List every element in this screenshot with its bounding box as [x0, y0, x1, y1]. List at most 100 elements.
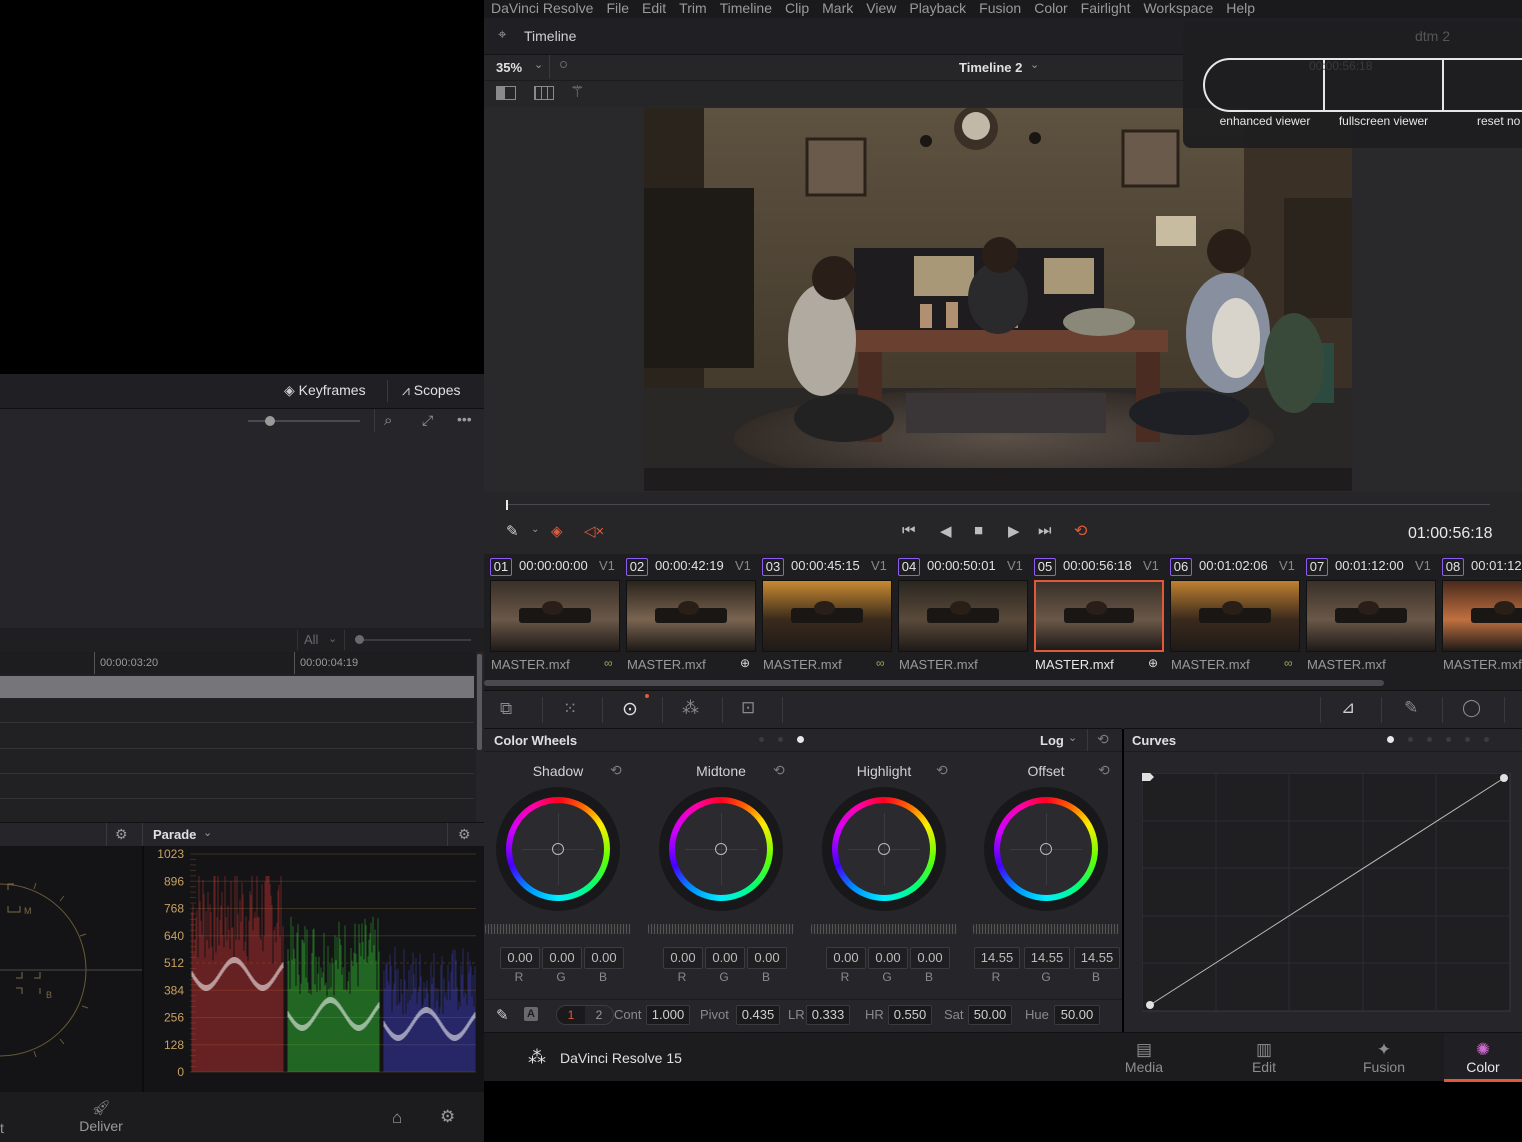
- timeline-name[interactable]: Timeline 2: [959, 60, 1022, 75]
- eyedropper-icon[interactable]: ✎: [506, 522, 519, 540]
- enhanced-viewer-button[interactable]: enhanced viewer: [1205, 114, 1325, 128]
- param-cont-field[interactable]: 1.000: [646, 1005, 690, 1025]
- curves-icon[interactable]: ⊿: [1341, 698, 1355, 718]
- param-hue-field[interactable]: 50.00: [1054, 1005, 1100, 1025]
- page-tab-media[interactable]: ▤ Media: [1104, 1041, 1184, 1076]
- page-dot[interactable]: [1465, 737, 1470, 742]
- master-wheel-jog[interactable]: [648, 924, 794, 934]
- r-value-field[interactable]: 0.00: [500, 947, 540, 969]
- search-icon[interactable]: ⌕: [384, 412, 392, 429]
- chevron-down-icon[interactable]: ⌄: [531, 524, 539, 535]
- chevron-down-icon[interactable]: ⌄: [203, 826, 212, 839]
- layers-icon[interactable]: ◈: [551, 522, 563, 540]
- menu-item[interactable]: View: [866, 0, 896, 17]
- filter-dropdown[interactable]: All ⌄: [297, 630, 345, 650]
- scopes-tab[interactable]: ⩘ Scopes: [402, 382, 461, 399]
- color-wheel[interactable]: [822, 787, 946, 911]
- reverse-play-icon[interactable]: ◀: [940, 522, 952, 540]
- menu-item[interactable]: Mark: [822, 0, 853, 17]
- menu-item[interactable]: File: [606, 0, 629, 17]
- reset-wheel-icon[interactable]: ⟲: [773, 762, 785, 779]
- loop-icon[interactable]: ⟲: [1074, 521, 1087, 541]
- page-dot[interactable]: [1446, 737, 1451, 742]
- menu-item[interactable]: Workspace: [1143, 0, 1213, 17]
- timeline-zoom-handle[interactable]: [355, 635, 364, 644]
- scrubber-track[interactable]: [508, 504, 1490, 505]
- page-dot[interactable]: [1408, 737, 1413, 742]
- go-to-end-icon[interactable]: ⏭: [1038, 522, 1052, 539]
- page-tab-fusion[interactable]: ✦ Fusion: [1344, 1041, 1424, 1076]
- b-value-field[interactable]: 0.00: [584, 947, 624, 969]
- menu-item[interactable]: Trim: [679, 0, 706, 17]
- param-pivot-field[interactable]: 0.435: [736, 1005, 780, 1025]
- menu-item[interactable]: Fusion: [979, 0, 1021, 17]
- camera-raw-icon[interactable]: ⧉: [500, 699, 512, 719]
- r-value-field[interactable]: 14.55: [974, 947, 1020, 969]
- chevron-down-icon[interactable]: ⌄: [1030, 58, 1039, 71]
- clip-thumbnail[interactable]: 08 00:01:12 MASTER.mxf: [1436, 554, 1522, 684]
- keyframe-track-master[interactable]: [0, 676, 474, 698]
- g-value-field[interactable]: 0.00: [542, 947, 582, 969]
- menu-item[interactable]: Edit: [642, 0, 666, 17]
- menu-item[interactable]: Timeline: [720, 0, 772, 17]
- g-value-field[interactable]: 0.00: [868, 947, 908, 969]
- b-value-field[interactable]: 0.00: [747, 947, 787, 969]
- wheel-puck[interactable]: [1040, 843, 1052, 855]
- timeline-button[interactable]: Timeline: [524, 28, 576, 44]
- clip-thumbnail[interactable]: 07 00:01:12:00 V1 MASTER.mxf: [1300, 554, 1436, 684]
- r-value-field[interactable]: 0.00: [826, 947, 866, 969]
- expand-icon[interactable]: ⤢: [422, 412, 433, 429]
- parade-settings-icon[interactable]: ⚙: [458, 826, 471, 843]
- parade-selector[interactable]: Parade: [153, 827, 196, 842]
- master-wheel-jog[interactable]: [973, 924, 1119, 934]
- timeline-zoom-slider[interactable]: [355, 639, 471, 641]
- page-tab-partial-label[interactable]: t: [0, 1120, 4, 1136]
- reset-wheel-icon[interactable]: ⟲: [1098, 762, 1110, 779]
- r-value-field[interactable]: 0.00: [663, 947, 703, 969]
- curves-graph[interactable]: [1142, 773, 1512, 1013]
- menu-item[interactable]: Color: [1034, 0, 1067, 17]
- reset-nodes-button[interactable]: reset no: [1477, 114, 1520, 128]
- scope-settings-icon[interactable]: ⚙: [115, 826, 128, 843]
- go-to-start-icon[interactable]: ⏮: [902, 522, 916, 539]
- more-options-icon[interactable]: •••: [457, 411, 472, 427]
- clip-thumbnail[interactable]: 02 00:00:42:19 V1 MASTER.mxf ⊕: [620, 554, 756, 684]
- color-wheel[interactable]: [496, 787, 620, 911]
- wheel-puck[interactable]: [552, 843, 564, 855]
- param-sat-field[interactable]: 50.00: [968, 1005, 1012, 1025]
- clip-thumbnail[interactable]: 03 00:00:45:15 V1 MASTER.mxf ∞: [756, 554, 892, 684]
- g-value-field[interactable]: 14.55: [1024, 947, 1070, 969]
- menu-item[interactable]: Help: [1226, 0, 1255, 17]
- clip-thumbnail[interactable]: 05 00:00:56:18 V1 MASTER.mxf ⊕: [1028, 554, 1164, 684]
- grid-view-icon[interactable]: [534, 86, 554, 100]
- mute-icon[interactable]: ◁×: [584, 522, 604, 540]
- menu-item[interactable]: Clip: [785, 0, 809, 17]
- zoom-slider-handle[interactable]: [265, 416, 275, 426]
- clip-thumbnail[interactable]: 01 00:00:00:00 V1 MASTER.mxf ∞: [484, 554, 620, 684]
- qualifier-icon[interactable]: ✎: [1404, 698, 1418, 718]
- stop-icon[interactable]: ■: [974, 522, 983, 539]
- motion-effects-icon[interactable]: ⊡: [741, 698, 755, 718]
- settings-gear-icon[interactable]: ⚙: [440, 1107, 455, 1127]
- zoom-dropdown[interactable]: 35% ⌄: [484, 55, 550, 79]
- menu-item[interactable]: Playback: [909, 0, 966, 17]
- page-dot[interactable]: [1427, 737, 1432, 742]
- param-hr-field[interactable]: 0.550: [888, 1005, 932, 1025]
- split-screen-icon[interactable]: [496, 86, 516, 100]
- color-wheel[interactable]: [659, 787, 783, 911]
- menu-item[interactable]: Fairlight: [1081, 0, 1131, 17]
- clip-thumbnail[interactable]: 04 00:00:50:01 V1 MASTER.mxf: [892, 554, 1028, 684]
- clip-strip-scrollbar[interactable]: [484, 680, 1384, 686]
- master-wheel-jog[interactable]: [485, 924, 631, 934]
- param-lr-field[interactable]: 0.333: [806, 1005, 850, 1025]
- menu-item[interactable]: DaVinci Resolve: [491, 0, 593, 17]
- wheel-puck[interactable]: [878, 843, 890, 855]
- page-dot[interactable]: [1484, 737, 1489, 742]
- play-icon[interactable]: ▶: [1008, 522, 1020, 540]
- color-wheels-icon[interactable]: ⊙: [622, 698, 638, 721]
- magic-wand-icon[interactable]: ⚚: [570, 82, 584, 102]
- page-dot-active[interactable]: [1387, 736, 1394, 743]
- tracks-scrollbar[interactable]: [476, 652, 484, 822]
- scrollbar-thumb[interactable]: [477, 654, 482, 750]
- reset-wheel-icon[interactable]: ⟲: [936, 762, 948, 779]
